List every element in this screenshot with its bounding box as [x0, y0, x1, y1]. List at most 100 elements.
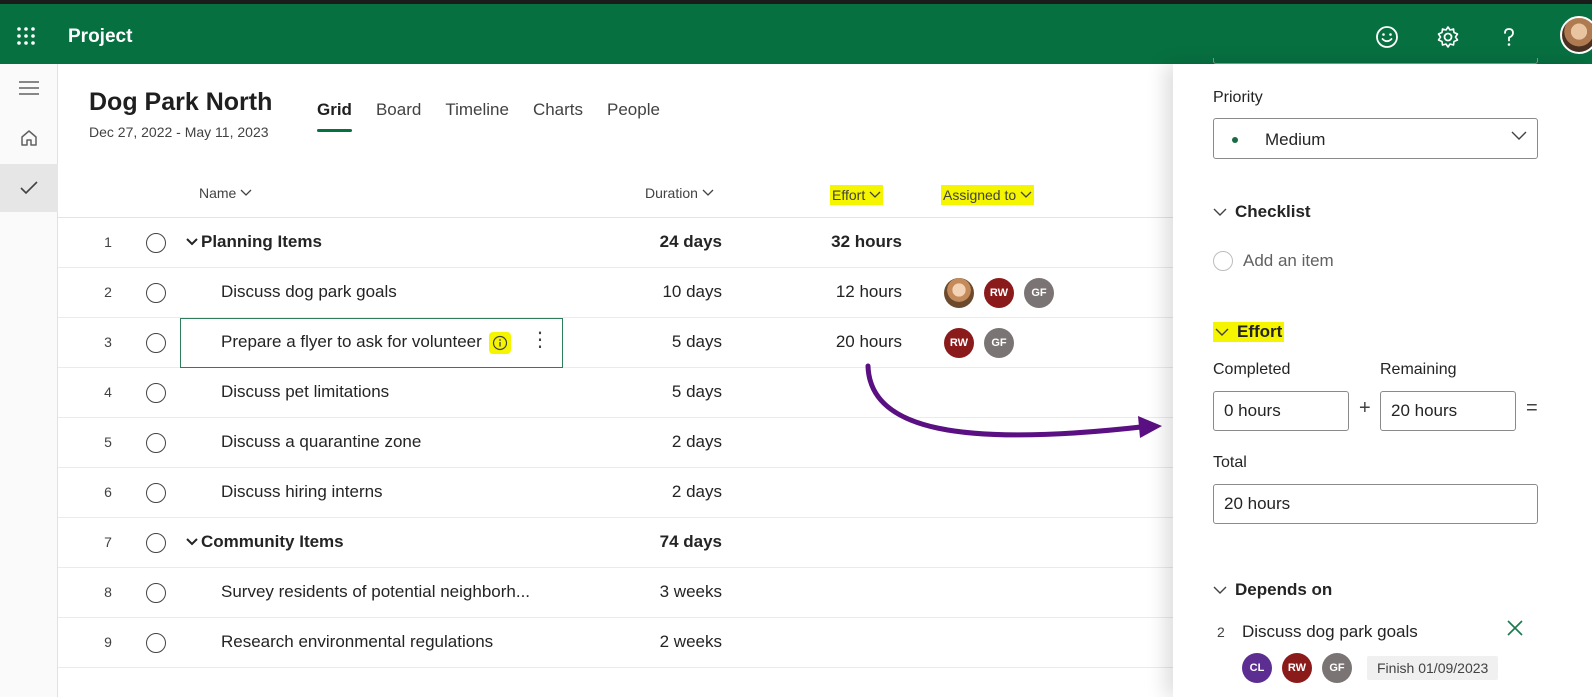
depends-on-section-toggle[interactable]: Depends on [1213, 580, 1332, 600]
assignee-list[interactable]: RW GF [944, 328, 1014, 358]
checklist-section-toggle[interactable]: Checklist [1213, 202, 1311, 222]
dependency-name[interactable]: Discuss dog park goals [1242, 622, 1418, 642]
task-name[interactable]: Research environmental regulations [221, 632, 493, 652]
table-row[interactable]: 5 Discuss a quarantine zone 2 days [58, 418, 1174, 468]
column-header-assigned-to[interactable]: Assigned to [941, 185, 1035, 205]
my-tasks-button[interactable] [0, 164, 58, 212]
table-row[interactable]: 4 Discuss pet limitations 5 days [58, 368, 1174, 418]
dependency-finish-date: Finish 01/09/2023 [1367, 656, 1499, 680]
user-avatar[interactable] [1560, 16, 1592, 54]
table-row[interactable]: 6 Discuss hiring interns 2 days [58, 468, 1174, 518]
task-duration[interactable]: 2 weeks [598, 632, 722, 652]
table-row[interactable]: 1 Planning Items 24 days 32 hours [58, 218, 1174, 268]
remove-dependency-close-icon[interactable] [1506, 619, 1524, 637]
task-duration[interactable]: 2 days [598, 482, 722, 502]
tab-timeline[interactable]: Timeline [445, 100, 509, 132]
task-name[interactable]: Discuss a quarantine zone [221, 432, 421, 452]
effort-label: Effort [1237, 322, 1283, 341]
row-number: 9 [104, 634, 112, 650]
table-row[interactable]: 3 Prepare a flyer to ask for volunteer ⋮… [58, 318, 1174, 368]
depends-on-label: Depends on [1235, 580, 1333, 599]
page: Project Dog Park North Dec 27, 2022 - Ma… [0, 0, 1592, 697]
task-effort[interactable]: 32 hours [798, 232, 902, 252]
tab-grid[interactable]: Grid [317, 100, 352, 132]
equals-sign: = [1526, 397, 1538, 419]
chevron-down-icon [1511, 131, 1527, 140]
project-dates: Dec 27, 2022 - May 11, 2023 [89, 124, 269, 140]
home-icon [21, 130, 37, 146]
column-header-name-label: Name [199, 185, 237, 201]
complete-task-checkbox[interactable] [146, 483, 166, 503]
effort-section-toggle[interactable]: Effort [1213, 322, 1285, 342]
complete-task-checkbox[interactable] [146, 433, 166, 453]
task-name[interactable]: Discuss hiring interns [221, 482, 383, 502]
task-effort[interactable]: 20 hours [798, 332, 902, 352]
complete-task-checkbox[interactable] [146, 333, 166, 353]
dependency-number: 2 [1217, 624, 1225, 640]
task-details-panel: Priority Medium Checklist Add an item Ef… [1173, 58, 1592, 697]
add-checklist-item[interactable]: Add an item [1213, 251, 1334, 271]
hamburger-menu-button[interactable] [0, 64, 58, 112]
row-number: 6 [104, 484, 112, 500]
left-rail [0, 64, 58, 697]
collapse-chevron-icon[interactable] [186, 538, 198, 546]
column-header-duration[interactable]: Duration [645, 185, 714, 201]
top-bar: Project [0, 0, 1592, 64]
settings-gear-icon[interactable] [1435, 24, 1461, 50]
tab-charts[interactable]: Charts [533, 100, 583, 132]
task-duration[interactable]: 2 days [598, 432, 722, 452]
previous-field-edge [1213, 58, 1538, 64]
complete-task-checkbox[interactable] [146, 283, 166, 303]
task-name[interactable]: Prepare a flyer to ask for volunteer [221, 332, 482, 352]
collapse-chevron-icon[interactable] [186, 238, 198, 246]
plus-sign: + [1359, 397, 1371, 419]
completed-hours-input[interactable] [1213, 391, 1349, 431]
chevron-down-icon [1213, 208, 1227, 216]
task-details-info-icon[interactable] [489, 332, 511, 354]
priority-value: Medium [1265, 130, 1326, 149]
task-name[interactable]: Discuss pet limitations [221, 382, 389, 402]
project-title: Dog Park North [89, 88, 273, 116]
complete-task-checkbox[interactable] [146, 583, 166, 603]
remaining-hours-input[interactable] [1380, 391, 1516, 431]
task-duration[interactable]: 3 weeks [598, 582, 722, 602]
remaining-label: Remaining [1380, 361, 1457, 378]
help-icon[interactable] [1496, 24, 1522, 50]
feedback-smiley-icon[interactable] [1374, 24, 1400, 50]
task-name[interactable]: Community Items [201, 532, 344, 552]
row-number: 4 [104, 384, 112, 400]
task-duration[interactable]: 24 days [598, 232, 722, 252]
task-duration[interactable]: 5 days [598, 332, 722, 352]
table-row[interactable]: 8 Survey residents of potential neighbor… [58, 568, 1174, 618]
task-duration[interactable]: 5 days [598, 382, 722, 402]
priority-dropdown[interactable]: Medium [1213, 118, 1538, 159]
priority-dot-icon [1232, 137, 1238, 143]
more-options-icon[interactable]: ⋮ [530, 330, 550, 350]
tab-board[interactable]: Board [376, 100, 421, 132]
table-row[interactable]: 2 Discuss dog park goals 10 days 12 hour… [58, 268, 1174, 318]
task-name[interactable]: Survey residents of potential neighborh.… [221, 582, 530, 602]
complete-task-checkbox[interactable] [146, 233, 166, 253]
task-name[interactable]: Discuss dog park goals [221, 282, 397, 302]
table-row[interactable]: 9 Research environmental regulations 2 w… [58, 618, 1174, 668]
task-duration[interactable]: 10 days [598, 282, 722, 302]
table-row[interactable]: 7 Community Items 74 days [58, 518, 1174, 568]
avatar [944, 278, 974, 308]
column-header-name[interactable]: Name [199, 185, 252, 201]
column-header-effort[interactable]: Effort [830, 185, 884, 205]
total-hours-input[interactable] [1213, 484, 1538, 524]
task-effort[interactable]: 12 hours [798, 282, 902, 302]
tab-people[interactable]: People [607, 100, 660, 132]
avatar: RW [944, 328, 974, 358]
column-header-duration-label: Duration [645, 185, 698, 201]
assignee-list[interactable]: RW GF [944, 278, 1054, 308]
column-header-effort-label: Effort [832, 187, 866, 203]
complete-task-checkbox[interactable] [146, 633, 166, 653]
app-launcher-icon[interactable] [16, 26, 36, 46]
task-name[interactable]: Planning Items [201, 232, 322, 252]
complete-task-checkbox[interactable] [146, 383, 166, 403]
home-button[interactable] [0, 114, 58, 162]
complete-task-checkbox[interactable] [146, 533, 166, 553]
task-duration[interactable]: 74 days [598, 532, 722, 552]
chevron-down-icon [869, 191, 881, 198]
